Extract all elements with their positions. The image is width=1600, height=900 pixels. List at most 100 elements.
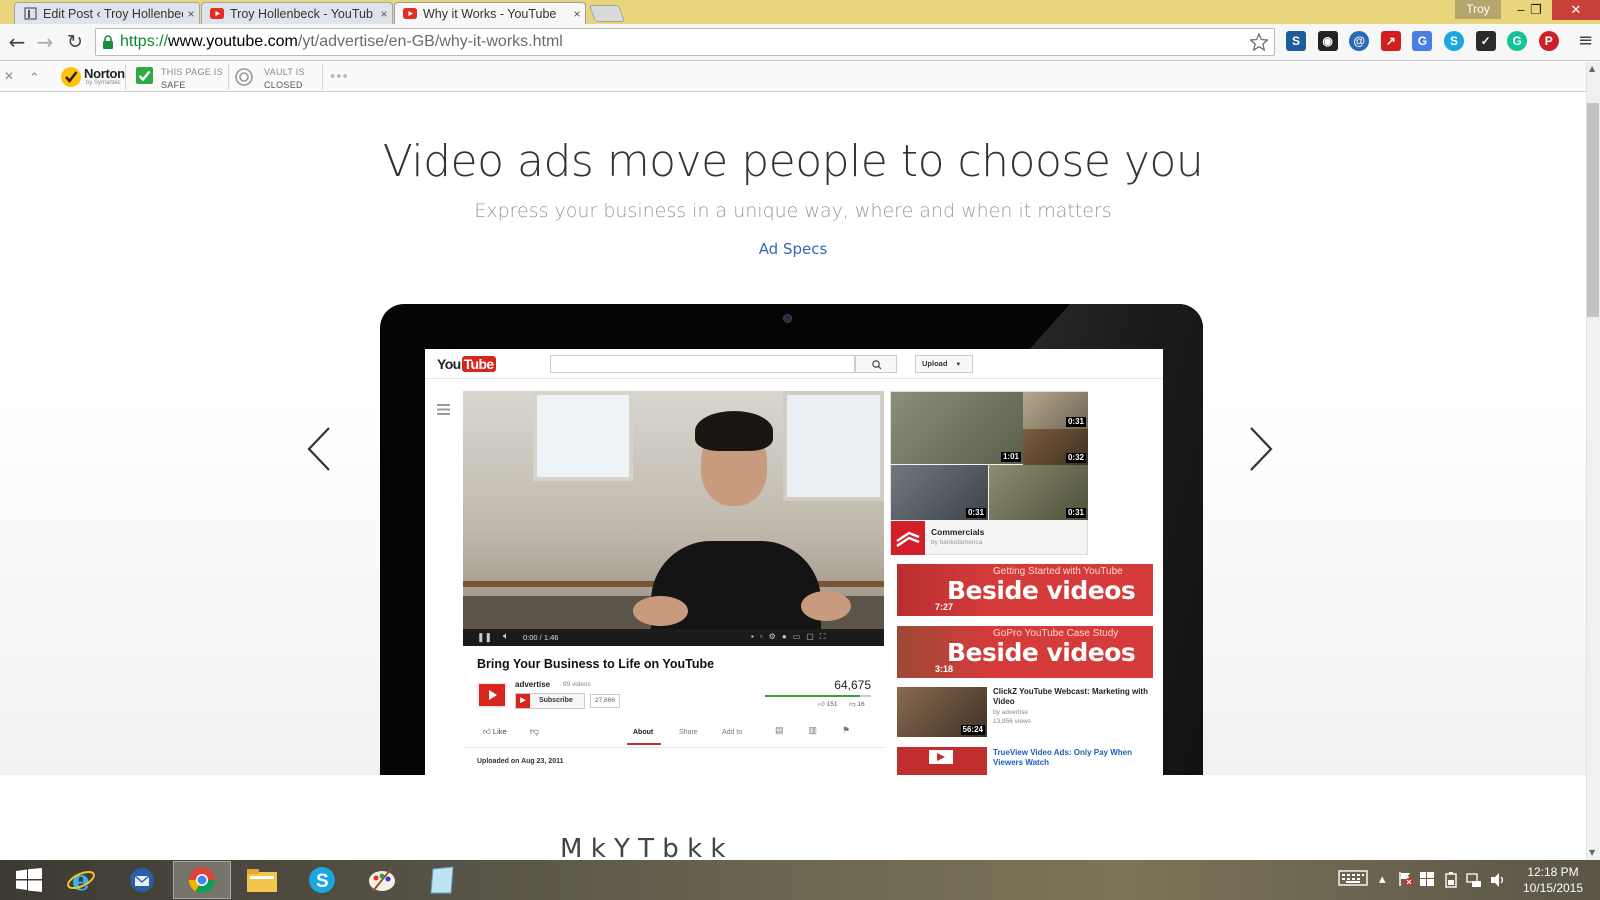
volume-tray-icon[interactable]	[1490, 872, 1506, 892]
battery-icon[interactable]	[1444, 872, 1458, 892]
tab-why-it-works[interactable]: Why it Works - YouTube ×	[394, 2, 586, 24]
reload-button[interactable]: ↻	[62, 30, 88, 54]
vault-status-line1: VAULT IS	[264, 67, 305, 77]
laptop-camera	[783, 314, 792, 323]
profile-button[interactable]: Troy	[1455, 0, 1501, 19]
channel-name[interactable]: advertise	[515, 680, 550, 689]
yt-video-title: Bring Your Business to Life on YouTube	[477, 657, 715, 671]
back-button[interactable]: ←	[4, 30, 30, 54]
norton-more-icon[interactable]: •••	[330, 68, 349, 85]
tab-edit-post[interactable]: Edit Post ‹ Troy Hollenbec ×	[14, 2, 200, 24]
at-ext-icon[interactable]: @	[1349, 31, 1370, 51]
like-button[interactable]: 👍︎ Like	[483, 727, 507, 737]
yt-guide-menu-icon[interactable]	[437, 402, 450, 415]
yt-video-frame[interactable]	[463, 391, 884, 646]
action-center-flag-icon[interactable]	[1398, 871, 1414, 891]
skype-icon[interactable]: S	[293, 861, 351, 899]
player-settings-icons[interactable]: ▪▫⚙●▭▢⛶	[751, 632, 831, 642]
pause-icon[interactable]: ❚❚	[477, 632, 492, 643]
grammarly-ext-icon[interactable]: G	[1507, 31, 1528, 51]
tab-close-icon[interactable]: ×	[569, 7, 585, 21]
show-hidden-icons[interactable]: ▴	[1379, 872, 1386, 887]
ie-icon[interactable]: e	[52, 861, 110, 899]
notepad-icon[interactable]	[413, 861, 471, 899]
vault-icon[interactable]	[234, 67, 254, 87]
scrollbar-thumb[interactable]	[1587, 103, 1599, 317]
volume-icon[interactable]: 🔈︎	[503, 631, 509, 642]
windows-tray-icon[interactable]	[1420, 872, 1434, 890]
related-title[interactable]: TrueView Video Ads: Only Pay When Viewer…	[993, 748, 1153, 768]
chrome-menu-icon[interactable]: ≡	[1578, 30, 1593, 51]
s-ext-icon[interactable]: S	[1286, 31, 1306, 51]
tab-close-icon[interactable]: ×	[183, 7, 199, 21]
address-bar[interactable]: https://www.youtube.com/yt/advertise/en-…	[95, 28, 1275, 56]
arrow-ext-icon[interactable]: ↗	[1380, 31, 1401, 51]
tab-about[interactable]: About	[633, 729, 653, 736]
norton-close-icon[interactable]: ✕	[4, 69, 14, 83]
thunderbird-icon[interactable]	[113, 861, 171, 899]
hero-headline: Video ads move people to choose you	[382, 136, 1204, 187]
norton-collapse-icon[interactable]: ⌃	[29, 70, 40, 86]
yt-upload-button[interactable]: Upload ▼	[915, 355, 973, 373]
subscribe-button[interactable]: ▶ Subscribe	[515, 693, 585, 709]
chrome-icon[interactable]	[173, 861, 231, 899]
scroll-down-icon[interactable]: ▼	[1589, 848, 1595, 857]
carousel-prev-icon[interactable]	[305, 426, 335, 472]
yt-logo-you: You	[437, 356, 461, 372]
tab-add-to[interactable]: Add to	[722, 729, 742, 736]
translate-ext-icon[interactable]: G	[1412, 31, 1433, 51]
owl-ext-icon[interactable]: ◉	[1317, 31, 1338, 51]
new-tab-button[interactable]	[588, 5, 626, 22]
action-icons[interactable]: ▤▥⚑	[775, 725, 875, 736]
presenter-hair	[695, 411, 773, 451]
playlist-title: Commercials	[931, 527, 985, 537]
paint-icon[interactable]	[353, 861, 411, 899]
laptop-mockup: You Tube Upload ▼ ❚❚ 🔈︎ 0:00 / 1:46 ▪▫⚙●…	[380, 304, 1203, 784]
norton-logo-icon	[60, 66, 82, 88]
dislike-button[interactable]: 👎︎	[530, 726, 539, 737]
toolbar: ← → ↻ https://www.youtube.com/yt/adverti…	[0, 24, 1600, 61]
network-icon[interactable]	[1466, 872, 1482, 892]
beside-videos-banner[interactable]: Getting Started with YouTube Beside vide…	[897, 564, 1153, 616]
footer-section	[0, 775, 1586, 860]
beside-videos-banner[interactable]: GoPro YouTube Case Study Beside videos 3…	[897, 626, 1153, 678]
tab-share[interactable]: Share	[679, 729, 698, 736]
playlist-thumb: 0:31	[989, 465, 1088, 520]
playlist-card[interactable]: 0:31 0:32 1:01 0:31 0:31 Commercials by …	[890, 391, 1088, 555]
dislike-count: 👎︎ 16	[849, 701, 865, 708]
svg-text:S: S	[316, 871, 329, 892]
yt-search-button[interactable]	[855, 355, 897, 373]
ad-specs-link[interactable]: Ad Specs	[0, 240, 1586, 258]
clock-time: 12:18 PM	[1527, 865, 1579, 879]
clock-date: 10/15/2015	[1522, 881, 1584, 895]
laptop-screen: You Tube Upload ▼ ❚❚ 🔈︎ 0:00 / 1:46 ▪▫⚙●…	[425, 349, 1163, 784]
skype-ext-icon[interactable]: S	[1444, 31, 1464, 51]
start-button[interactable]	[0, 861, 58, 899]
file-explorer-icon[interactable]	[233, 861, 291, 899]
channel-avatar[interactable]	[477, 682, 507, 708]
page-content: Video ads move people to choose you Expr…	[0, 92, 1586, 860]
carousel-next-icon[interactable]	[1245, 426, 1275, 472]
divider	[322, 64, 323, 90]
tab-about-underline	[627, 743, 661, 745]
forward-button[interactable]: →	[32, 30, 58, 54]
tab-close-icon[interactable]: ×	[376, 7, 392, 21]
yt-player-controls: ❚❚ 🔈︎ 0:00 / 1:46 ▪▫⚙●▭▢⛶	[463, 629, 884, 646]
keyboard-icon[interactable]	[1338, 869, 1368, 891]
bookmark-star-icon[interactable]	[1250, 33, 1268, 51]
pinterest-ext-icon[interactable]: P	[1538, 31, 1559, 51]
taskbar-clock[interactable]: 12:18 PM 10/15/2015	[1512, 864, 1594, 896]
related-thumb[interactable]: 56:24	[897, 687, 987, 737]
subscriber-count: 27,866	[590, 694, 620, 708]
close-window-button[interactable]: ✕	[1552, 0, 1600, 20]
url-scheme: https://	[120, 33, 169, 50]
yt-search-input[interactable]	[550, 355, 855, 373]
tab-troy-youtube[interactable]: Troy Hollenbeck - YouTub ×	[201, 2, 393, 24]
scroll-up-icon[interactable]: ▲	[1589, 64, 1595, 73]
yt-logo: You Tube	[437, 356, 496, 372]
maximize-button[interactable]: ❐	[1520, 0, 1552, 20]
related-title[interactable]: ClickZ YouTube Webcast: Marketing with V…	[993, 687, 1153, 707]
upload-date: Uploaded on Aug 23, 2011	[477, 758, 564, 765]
check-ext-icon[interactable]: ✓	[1475, 31, 1496, 51]
divider	[125, 64, 126, 90]
